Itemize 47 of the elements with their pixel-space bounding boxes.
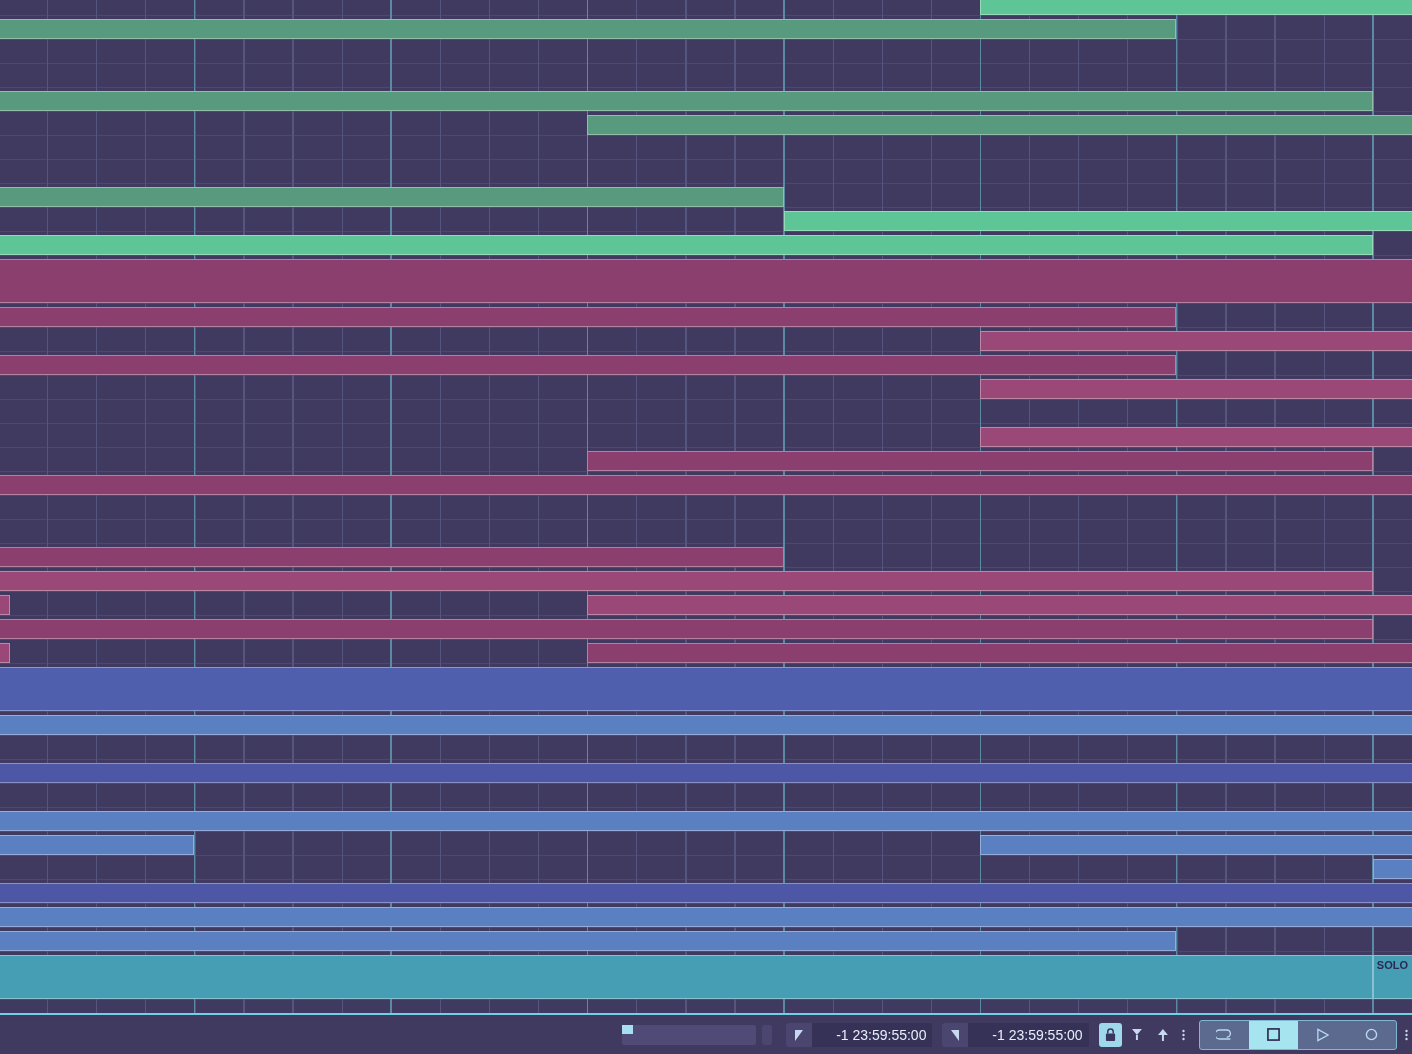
- audio-clip[interactable]: [0, 643, 11, 663]
- lock-icon: [1105, 1028, 1116, 1041]
- audio-clip[interactable]: [0, 547, 784, 567]
- position-field[interactable]: -1 23:59:55:00: [942, 1022, 1089, 1047]
- clip-label: SOLO: [1376, 959, 1408, 971]
- audio-clip[interactable]: [587, 643, 1412, 663]
- audio-clip[interactable]: [0, 355, 1177, 375]
- play-icon: [1316, 1027, 1330, 1042]
- midi-clip[interactable]: [0, 91, 1373, 111]
- audio-clip[interactable]: [0, 907, 1412, 927]
- audio-clip[interactable]: [0, 595, 11, 615]
- audio-clip[interactable]: [0, 259, 1412, 303]
- midi-clip[interactable]: [980, 427, 1412, 447]
- audio-clip[interactable]: [0, 955, 1373, 999]
- record-icon: [1365, 1028, 1379, 1041]
- left-locator-icon: [794, 1028, 805, 1041]
- midi-clip[interactable]: [0, 235, 1373, 255]
- midi-clip[interactable]: [0, 883, 1412, 903]
- audio-clip[interactable]: [587, 115, 1412, 135]
- audio-clip[interactable]: [587, 451, 1373, 471]
- midi-clip[interactable]: [0, 931, 1177, 951]
- funnel-icon[interactable]: [1131, 1027, 1144, 1042]
- midi-clip[interactable]: [0, 571, 1373, 591]
- stop-icon: [1267, 1028, 1281, 1041]
- audio-clip[interactable]: [783, 211, 1412, 231]
- lock-button[interactable]: [1098, 1022, 1123, 1047]
- grip-icon[interactable]: [1182, 1028, 1186, 1041]
- midi-clip[interactable]: [0, 619, 1373, 639]
- midi-clip[interactable]: [980, 835, 1412, 855]
- audio-clip[interactable]: SOLO: [1372, 955, 1412, 999]
- right-locator-icon: [950, 1028, 961, 1041]
- midi-clip[interactable]: [980, 379, 1412, 399]
- loop-icon: [1215, 1028, 1234, 1041]
- audio-clip[interactable]: [0, 763, 1412, 783]
- audio-clip[interactable]: [0, 19, 1177, 39]
- midi-clip[interactable]: [980, 331, 1412, 351]
- grip-icon[interactable]: [1405, 1028, 1408, 1041]
- stop-button[interactable]: [1249, 1020, 1299, 1049]
- midi-clip[interactable]: [0, 475, 1412, 495]
- audio-clip[interactable]: [0, 715, 1412, 735]
- position-field[interactable]: -1 23:59:55:00: [786, 1022, 933, 1047]
- audio-clip[interactable]: [587, 595, 1412, 615]
- audio-clip[interactable]: [0, 811, 1412, 831]
- audio-clip[interactable]: [0, 307, 1177, 327]
- audio-clip[interactable]: [0, 667, 1412, 711]
- audio-clip[interactable]: [0, 187, 784, 207]
- audio-clip[interactable]: [0, 835, 195, 855]
